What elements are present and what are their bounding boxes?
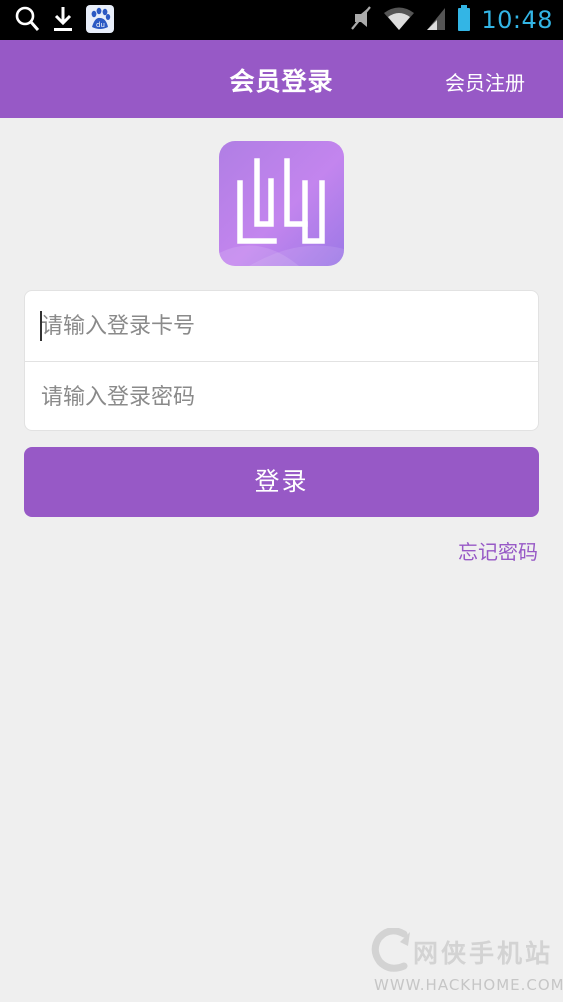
watermark-name: 网侠手机站 (413, 939, 554, 968)
hackhome-logo-icon (371, 928, 410, 972)
mute-icon (349, 4, 373, 36)
login-form (24, 290, 539, 432)
signal-icon (425, 4, 447, 36)
search-icon (14, 5, 40, 37)
register-button[interactable]: 会员注册 (445, 67, 525, 96)
forgot-password-link[interactable]: 忘记密码 (458, 536, 538, 565)
download-icon (52, 5, 74, 37)
battery-icon (457, 4, 471, 36)
open-book-icon (219, 158, 344, 266)
card-number-input[interactable] (25, 291, 538, 361)
status-bar: du 10:48 (0, 0, 563, 40)
login-button[interactable]: 登录 (24, 447, 539, 517)
watermark: 网侠手机站 WWW.HACKHOME.COM (368, 928, 563, 1002)
wifi-icon (383, 4, 415, 36)
watermark-url: WWW.HACKHOME.COM (374, 976, 563, 994)
svg-text:du: du (96, 21, 105, 29)
status-time: 10:48 (481, 6, 553, 34)
app-header: 会员登录 会员注册 (0, 40, 563, 118)
text-cursor (40, 311, 42, 341)
app-logo (219, 141, 344, 266)
password-input[interactable] (25, 362, 538, 432)
baidu-icon: du (86, 5, 114, 37)
